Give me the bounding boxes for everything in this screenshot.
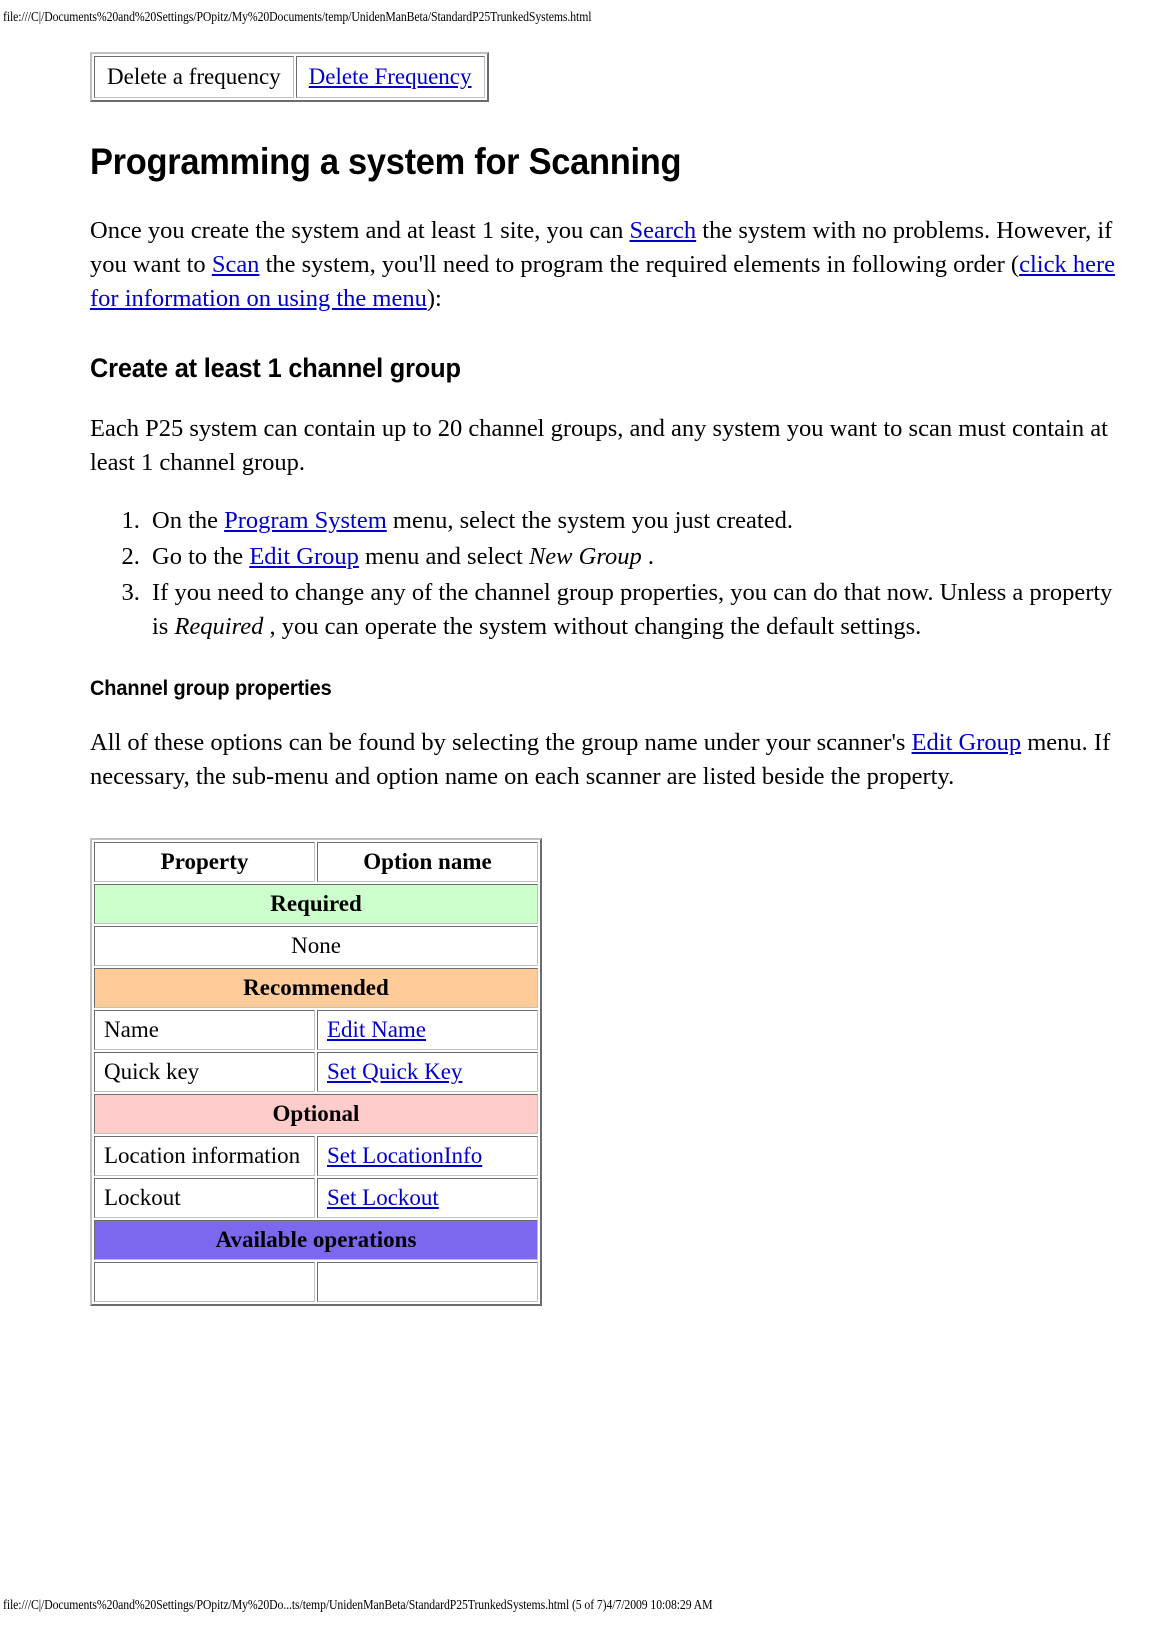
column-header-property: Property: [94, 842, 315, 882]
intro-text-3: the system, you'll need to program the r…: [259, 251, 1020, 278]
property-name-location-information: Location information: [94, 1136, 315, 1176]
step-1-text-1: On the: [152, 507, 225, 534]
list-item: Go to the Edit Group menu and select New…: [146, 540, 1125, 574]
print-header-url: file:///C|/Documents%20and%20Settings/PO…: [3, 9, 592, 24]
table-row-none: None: [94, 926, 538, 966]
scan-link[interactable]: Scan: [212, 251, 260, 278]
category-label-optional: Optional: [94, 1094, 538, 1134]
properties-table-clip: Property Option name Required None Recom…: [90, 816, 1125, 1398]
set-locationinfo-link[interactable]: Set LocationInfo: [327, 1143, 482, 1168]
step-2-text-2: menu and select: [358, 543, 529, 570]
step-2-emphasis: New Group: [528, 543, 642, 570]
page-title: Programming a system for Scanning: [90, 141, 682, 182]
channel-group-paragraph: Each P25 system can contain up to 20 cha…: [90, 415, 1108, 476]
delete-frequency-link-cell: Delete Frequency: [295, 56, 485, 98]
steps-list: On the Program System menu, select the s…: [90, 504, 1125, 644]
property-name-name: Name: [94, 1010, 315, 1050]
step-2-text-3: .: [641, 543, 654, 570]
edit-group-link-2[interactable]: Edit Group: [912, 729, 1022, 756]
table-header-row: Property Option name: [94, 842, 538, 882]
property-name-quick-key: Quick key: [94, 1052, 315, 1092]
category-label-required: Required: [94, 884, 538, 924]
option-cell-edit-name: Edit Name: [317, 1010, 538, 1050]
clipped-cell-left: [94, 1262, 315, 1302]
step-2-text-1: Go to the: [152, 543, 250, 570]
table-row-category-recommended: Recommended: [94, 968, 538, 1008]
table-row: Lockout Set Lockout: [94, 1178, 538, 1218]
column-header-option-name: Option name: [317, 842, 538, 882]
delete-frequency-label: Delete a frequency: [94, 56, 294, 98]
set-quick-key-link[interactable]: Set Quick Key: [327, 1059, 462, 1084]
intro-paragraph: Once you create the system and at least …: [90, 214, 1125, 316]
step-3-emphasis: Required: [174, 613, 264, 640]
table-row-clipped: [94, 1262, 538, 1302]
program-system-link[interactable]: Program System: [224, 507, 387, 534]
category-label-recommended: Recommended: [94, 968, 538, 1008]
table-row: Location information Set LocationInfo: [94, 1136, 538, 1176]
table-row-category-available-operations: Available operations: [94, 1220, 538, 1260]
document-body: Delete a frequency Delete Frequency Prog…: [90, 52, 1125, 1398]
step-3-text-3: , you can operate the system without cha…: [263, 613, 922, 640]
delete-frequency-table: Delete a frequency Delete Frequency: [90, 52, 489, 102]
step-1-text-2: menu, select the system you just created…: [386, 507, 793, 534]
list-item: On the Program System menu, select the s…: [146, 504, 1125, 538]
option-cell-set-lockout: Set Lockout: [317, 1178, 538, 1218]
table-row: Name Edit Name: [94, 1010, 538, 1050]
channel-group-properties-table: Property Option name Required None Recom…: [90, 838, 542, 1306]
option-cell-set-locationinfo: Set LocationInfo: [317, 1136, 538, 1176]
category-label-available-operations: Available operations: [94, 1220, 538, 1260]
table-row-category-required: Required: [94, 884, 538, 924]
delete-frequency-link[interactable]: Delete Frequency: [309, 64, 472, 89]
properties-paragraph: All of these options can be found by sel…: [90, 726, 1125, 794]
section-heading-create-channel-group: Create at least 1 channel group: [90, 353, 461, 383]
print-footer-url: file:///C|/Documents%20and%20Settings/PO…: [3, 1597, 713, 1612]
table-row: Quick key Set Quick Key: [94, 1052, 538, 1092]
table-row: Delete a frequency Delete Frequency: [94, 56, 485, 98]
intro-text-4: ):: [426, 285, 442, 312]
required-none-value: None: [94, 926, 538, 966]
clipped-cell-right: [317, 1262, 538, 1302]
edit-group-link[interactable]: Edit Group: [249, 543, 359, 570]
intro-text-1: Once you create the system and at least …: [90, 217, 630, 244]
option-cell-set-quick-key: Set Quick Key: [317, 1052, 538, 1092]
properties-text-1: All of these options can be found by sel…: [90, 729, 912, 756]
search-link[interactable]: Search: [630, 217, 697, 244]
table-row-category-optional: Optional: [94, 1094, 538, 1134]
set-lockout-link[interactable]: Set Lockout: [327, 1185, 439, 1210]
edit-name-link[interactable]: Edit Name: [327, 1017, 426, 1042]
subsection-heading-channel-group-properties: Channel group properties: [90, 677, 332, 700]
property-name-lockout: Lockout: [94, 1178, 315, 1218]
list-item: If you need to change any of the channel…: [146, 576, 1125, 644]
